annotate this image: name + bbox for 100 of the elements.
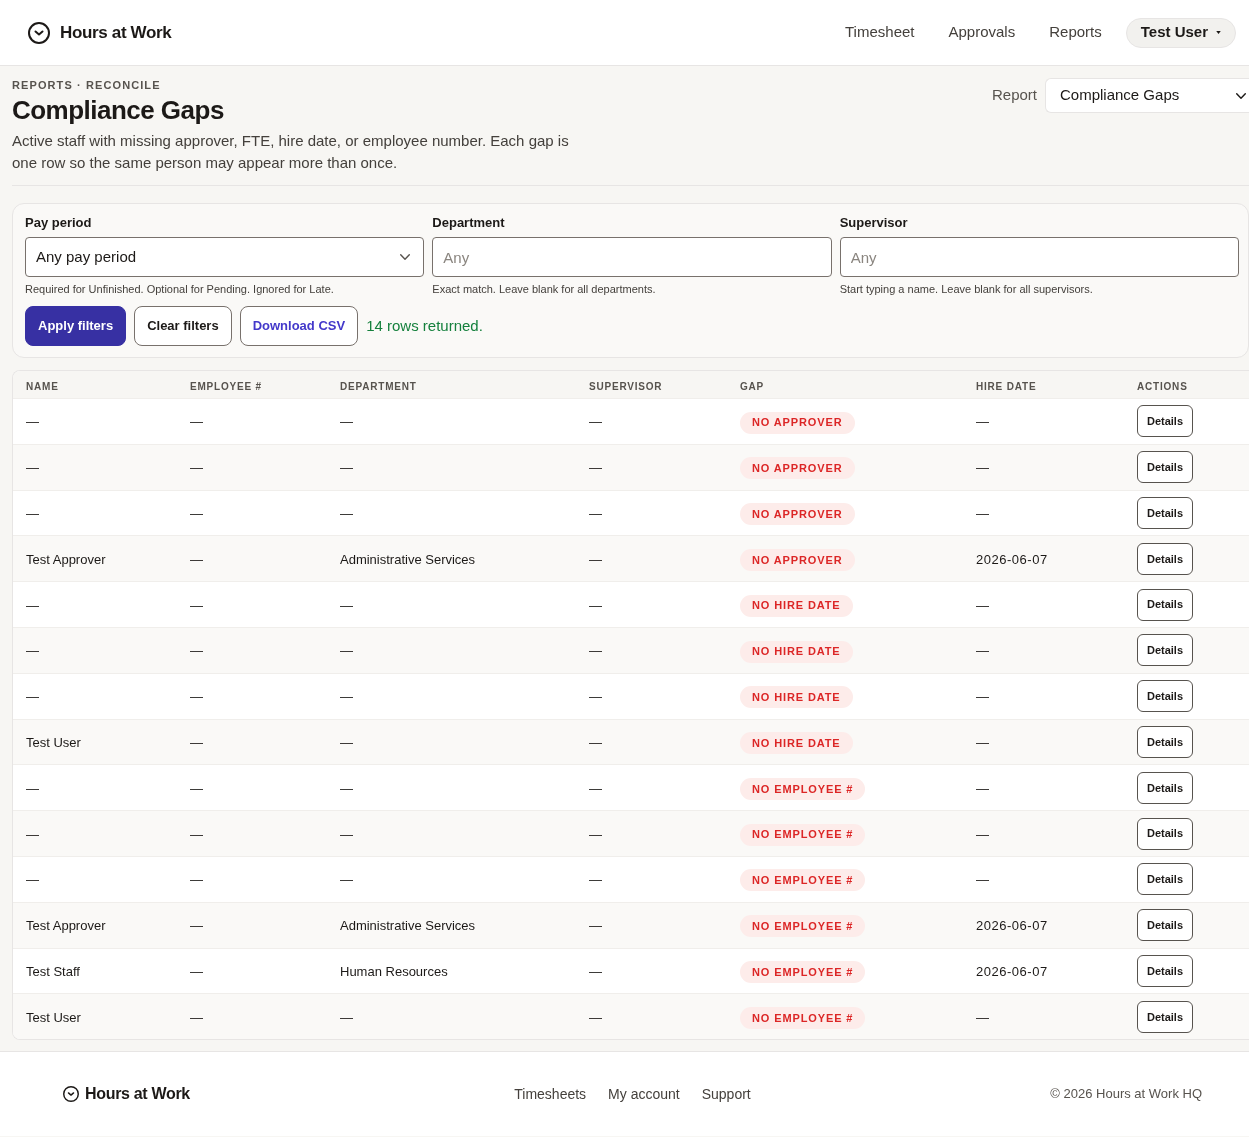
details-button[interactable]: Details xyxy=(1137,680,1193,713)
table-cell: — xyxy=(190,460,203,476)
download-csv-button[interactable]: Download CSV xyxy=(239,306,359,346)
table-cell: — xyxy=(190,689,203,705)
details-button[interactable]: Details xyxy=(1137,542,1193,575)
gap-status: NO EMPLOYEE # xyxy=(740,961,866,984)
details-button[interactable]: Details xyxy=(1137,588,1193,621)
filter-input-field[interactable]: Any xyxy=(839,237,1239,277)
table-cell: — xyxy=(589,1009,602,1025)
nav-link[interactable]: Reports xyxy=(1049,21,1102,44)
details-button[interactable]: Details xyxy=(1137,909,1193,942)
table-cell: — xyxy=(589,734,602,750)
table-cell: Administrative Services xyxy=(340,918,476,934)
gap-status: NO HIRE DATE xyxy=(740,732,853,755)
table-cell: — xyxy=(26,460,39,476)
table-cell: — xyxy=(976,643,990,659)
table-cell: — xyxy=(26,689,39,705)
table-cell: Administrative Services xyxy=(340,551,476,567)
table-cell: — xyxy=(589,643,602,659)
user-menu-button[interactable]: Test User xyxy=(1125,17,1236,48)
table-cell: — xyxy=(340,597,353,613)
table-cell: — xyxy=(26,872,39,888)
details-button[interactable]: Details xyxy=(1137,954,1193,987)
table-cell: 2026-06-07 xyxy=(976,918,1048,934)
table-cell: 2026-06-07 xyxy=(976,963,1048,979)
table-cell: — xyxy=(26,643,39,659)
gap-status: NO APPROVER xyxy=(740,411,855,434)
table-cell: — xyxy=(589,414,602,430)
brand-link[interactable]: Hours at Work xyxy=(28,19,172,46)
gap-status: NO HIRE DATE xyxy=(740,686,853,709)
copyright-text: © 2026 Hours at Work HQ xyxy=(1050,1085,1202,1104)
details-button[interactable]: Details xyxy=(1137,817,1193,850)
details-button[interactable]: Details xyxy=(1137,634,1193,667)
table-cell: — xyxy=(26,597,39,613)
gap-status: NO APPROVER xyxy=(740,457,855,480)
table-cell: — xyxy=(340,734,353,750)
column-header: SUPERVISOR xyxy=(589,380,663,392)
details-button[interactable]: Details xyxy=(1137,771,1193,804)
table-cell: Test Staff xyxy=(26,963,80,979)
nav-link[interactable]: Approvals xyxy=(948,21,1016,44)
table-cell: — xyxy=(340,460,353,476)
gap-status: NO APPROVER xyxy=(740,503,855,526)
table-cell: — xyxy=(190,872,203,888)
column-header: DEPARTMENT xyxy=(340,380,417,392)
table-cell: — xyxy=(976,872,990,888)
footer-link[interactable]: Timesheets xyxy=(514,1083,587,1105)
table-cell: — xyxy=(190,963,203,979)
footer-link[interactable]: Support xyxy=(701,1083,751,1105)
clear-filters-button[interactable]: Clear filters xyxy=(134,306,232,346)
details-button[interactable]: Details xyxy=(1137,725,1193,758)
details-button[interactable]: Details xyxy=(1137,451,1193,484)
caret-icon xyxy=(1216,31,1221,34)
column-header: GAP xyxy=(740,380,765,392)
footer-brand-link[interactable]: Hours at Work xyxy=(63,1082,190,1107)
table-cell: — xyxy=(190,918,203,934)
table-cell: — xyxy=(976,826,990,842)
table-cell: Test User xyxy=(26,734,81,750)
table-cell: — xyxy=(340,780,353,796)
table-cell: — xyxy=(589,872,602,888)
column-header: HIRE DATE xyxy=(976,380,1037,392)
table-cell: — xyxy=(340,414,353,430)
gap-status: NO EMPLOYEE # xyxy=(740,1006,866,1029)
column-header: EMPLOYEE # xyxy=(190,380,262,392)
details-button[interactable]: Details xyxy=(1137,1000,1193,1033)
details-button[interactable]: Details xyxy=(1137,863,1193,896)
footer-link[interactable]: My account xyxy=(608,1083,680,1105)
table-cell: — xyxy=(340,1009,353,1025)
details-button[interactable]: Details xyxy=(1137,405,1193,438)
field-help-text: Start typing a name. Leave blank for all supervisors. xyxy=(839,282,1094,296)
clock-icon xyxy=(28,21,50,44)
page-title: Compliance Gaps xyxy=(12,94,225,126)
apply-filters-button[interactable]: Apply filters xyxy=(25,306,127,346)
chevron-down-icon xyxy=(400,254,411,260)
table-cell: 2026-06-07 xyxy=(976,551,1048,567)
filter-input-field[interactable]: Any xyxy=(432,237,832,277)
table-cell: Test Approver xyxy=(26,551,106,567)
table-cell: — xyxy=(589,963,602,979)
result-count: 14 rows returned. xyxy=(366,315,483,336)
field-label: Department xyxy=(432,214,506,232)
table-cell: — xyxy=(976,689,990,705)
page-description: Active staff with missing approver, FTE, hire date, or employee number. Each gap is one row so the same person may appear more than once. xyxy=(12,131,570,173)
table-cell: — xyxy=(190,551,203,567)
table-cell: — xyxy=(26,506,39,521)
table-cell: — xyxy=(589,597,602,613)
field-label: Pay period xyxy=(25,214,93,232)
table-cell: — xyxy=(976,734,990,750)
field-label: Supervisor xyxy=(839,214,909,232)
column-header: ACTIONS xyxy=(1137,380,1188,392)
nav-link[interactable]: Timesheet xyxy=(845,21,915,44)
table-cell: — xyxy=(340,689,353,705)
report-label: Report xyxy=(991,85,1037,106)
table-cell: — xyxy=(190,826,203,842)
field-help-text: Required for Unfinished. Optional for Pending. Ignored for Late. xyxy=(25,282,335,296)
pay-period-select[interactable]: Any pay period xyxy=(25,237,425,277)
report-select[interactable]: Compliance Gaps xyxy=(1045,78,1249,113)
table-cell: — xyxy=(589,780,602,796)
table-cell: — xyxy=(190,643,203,659)
table-cell: — xyxy=(190,597,203,613)
table-cell: — xyxy=(340,643,353,659)
details-button[interactable]: Details xyxy=(1137,497,1193,529)
